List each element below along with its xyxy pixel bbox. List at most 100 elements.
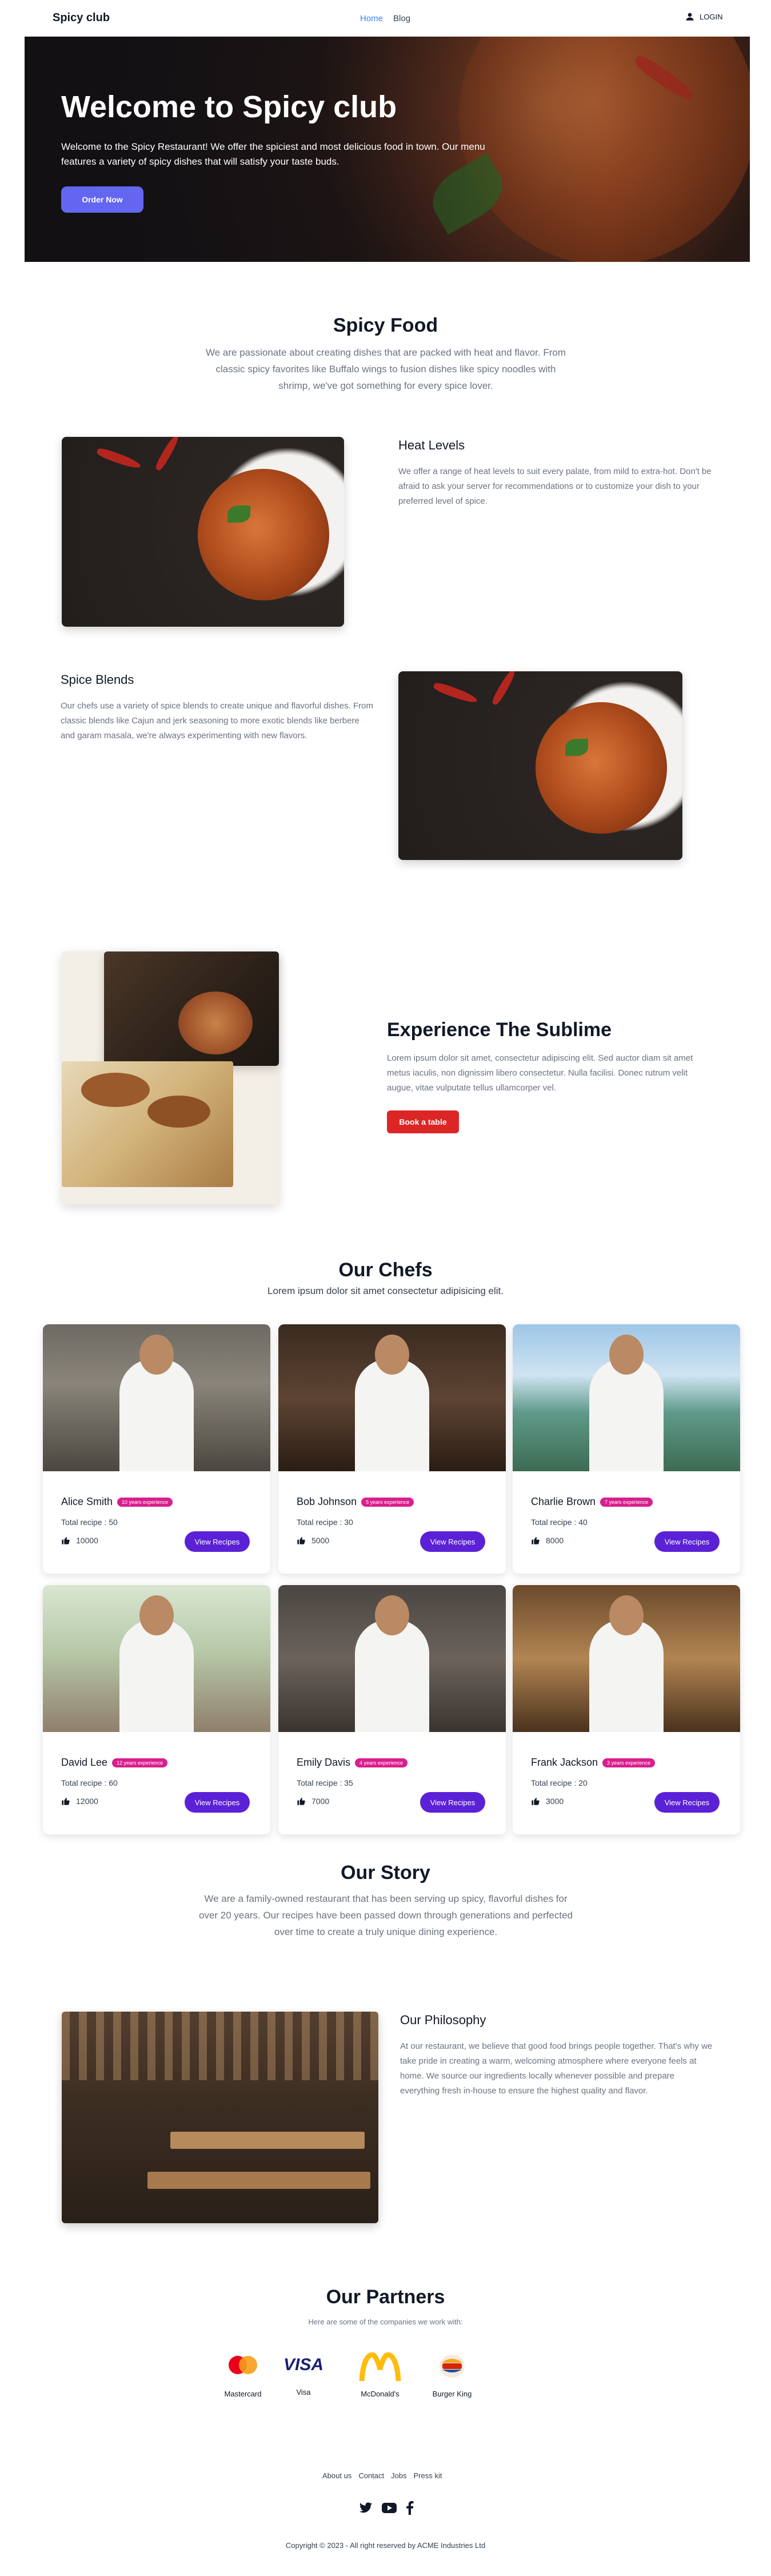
brand-logo[interactable]: Spicy club [53, 11, 110, 25]
chef-name-row: David Lee 12 years experience [61, 1757, 168, 1769]
experience-badge: 7 years experience [600, 1497, 653, 1507]
partners-title: Our Partners [326, 2286, 445, 2308]
spicy-food-title: Spicy Food [333, 314, 438, 336]
chef-head [375, 1595, 409, 1635]
copyright-text: Copyright © 2023 - All right reserved by… [285, 2541, 486, 2550]
chef-card: Frank Jackson 3 years experience Total r… [513, 1585, 740, 1834]
chef-figure [355, 1619, 429, 1732]
chef-name-row: Alice Smith 10 years experience [61, 1496, 173, 1508]
partner-name: McDonald's [361, 2390, 400, 2398]
partner-mcdonalds[interactable]: McDonald's [349, 2352, 412, 2398]
chef-photo [513, 1585, 740, 1732]
total-recipes: Total recipe : 60 [61, 1778, 118, 1787]
mastercard-logo-icon [229, 2356, 257, 2374]
chefs-title: Our Chefs [338, 1259, 433, 1281]
thumbs-up-icon [297, 1798, 305, 1805]
chili-pepper [95, 446, 142, 471]
footer-link-about[interactable]: About us [322, 2471, 351, 2480]
hero-banner: Welcome to Spicy club Welcome to the Spi… [25, 37, 750, 262]
noodles-image [104, 951, 279, 1066]
dessert-image [62, 1061, 233, 1187]
chef-name-row: Charlie Brown 7 years experience [531, 1496, 653, 1508]
chef-photo [513, 1324, 740, 1471]
philosophy-text: At our restaurant, we believe that good … [400, 2041, 713, 2096]
ceiling-lamps [62, 2012, 378, 2080]
chef-card: Alice Smith 10 years experience Total re… [43, 1324, 270, 1574]
thumbs-up-icon [62, 1798, 70, 1805]
view-recipes-button[interactable]: View Recipes [654, 1792, 720, 1813]
chef-likes: 5000 [297, 1536, 329, 1545]
total-recipes: Total recipe : 50 [61, 1518, 118, 1527]
partner-mastercard[interactable]: Mastercard [211, 2352, 274, 2398]
noodle-bowl [178, 992, 253, 1054]
spicy-food-subtitle: We are passionate about creating dishes … [206, 347, 566, 391]
footer-link-jobs[interactable]: Jobs [391, 2471, 406, 2480]
partner-burger-king[interactable]: Burger King [421, 2352, 484, 2398]
total-recipes: Total recipe : 40 [531, 1518, 588, 1527]
chef-name: Frank Jackson [531, 1757, 598, 1768]
book-table-button[interactable]: Book a table [387, 1110, 459, 1133]
curry-bowl [198, 469, 329, 600]
total-recipes: Total recipe : 30 [297, 1518, 353, 1527]
chef-head [609, 1335, 644, 1375]
chef-card: Bob Johnson 5 years experience Total rec… [278, 1324, 506, 1574]
chef-name-row: Bob Johnson 5 years experience [297, 1496, 414, 1508]
twitter-icon[interactable] [359, 2502, 373, 2514]
login-button[interactable]: LOGIN [685, 11, 722, 22]
partner-name: Visa [296, 2388, 311, 2396]
facebook-icon[interactable] [406, 2501, 414, 2515]
spice-blends-title: Spice Blends [61, 672, 134, 687]
user-icon [686, 13, 694, 21]
likes-count: 5000 [311, 1536, 330, 1545]
total-recipes: Total recipe : 35 [297, 1778, 353, 1787]
story-text: We are a family-owned restaurant that ha… [199, 1893, 573, 1937]
chef-head [609, 1595, 644, 1635]
chef-figure [589, 1619, 664, 1732]
order-now-button[interactable]: Order Now [61, 186, 143, 213]
visa-logo-icon: VISA [283, 2355, 324, 2374]
dessert-glass [81, 1073, 150, 1107]
nav-link-home[interactable]: Home [360, 14, 383, 23]
view-recipes-button[interactable]: View Recipes [420, 1531, 485, 1552]
total-recipes: Total recipe : 20 [531, 1778, 588, 1787]
chef-likes: 8000 [531, 1536, 564, 1545]
chef-name-row: Frank Jackson 3 years experience [531, 1757, 656, 1769]
view-recipes-button[interactable]: View Recipes [654, 1531, 720, 1552]
chef-likes: 12000 [61, 1797, 98, 1806]
chef-photo [43, 1324, 270, 1471]
hero-text: Welcome to the Spicy Restaurant! We offe… [61, 141, 485, 167]
likes-count: 3000 [546, 1797, 564, 1806]
partner-name: Burger King [432, 2390, 472, 2398]
footer-link-press[interactable]: Press kit [414, 2471, 442, 2480]
chef-head [375, 1335, 409, 1375]
view-recipes-button[interactable]: View Recipes [185, 1531, 250, 1552]
chili-pepper [154, 437, 181, 472]
chili-pepper [432, 680, 479, 706]
youtube-icon[interactable] [382, 2502, 397, 2514]
login-label: LOGIN [700, 12, 723, 21]
likes-count: 12000 [76, 1797, 98, 1806]
spice-blends-text: Our chefs use a variety of spice blends … [61, 701, 373, 740]
chef-figure [119, 1619, 194, 1732]
partners-list: Mastercard VISA Visa McDonald's Burger K… [211, 2352, 560, 2415]
view-recipes-button[interactable]: View Recipes [420, 1792, 485, 1813]
chef-card: Charlie Brown 7 years experience Total r… [513, 1324, 740, 1574]
experience-badge: 10 years experience [117, 1497, 173, 1507]
heat-levels-title: Heat Levels [398, 438, 465, 452]
view-recipes-button[interactable]: View Recipes [185, 1792, 250, 1813]
chef-likes: 7000 [297, 1797, 329, 1806]
nav-link-blog[interactable]: Blog [393, 14, 410, 23]
chef-name: David Lee [61, 1757, 108, 1768]
basil-leaf [565, 739, 588, 756]
partner-visa[interactable]: VISA Visa [272, 2352, 335, 2396]
sublime-card [62, 951, 279, 1204]
likes-count: 10000 [76, 1536, 98, 1545]
chili-pepper [490, 671, 518, 706]
chef-name: Charlie Brown [531, 1496, 596, 1507]
thumbs-up-icon [62, 1537, 70, 1544]
social-links [359, 2501, 414, 2515]
chefs-subtitle: Lorem ipsum dolor sit amet consectetur a… [267, 1285, 504, 1296]
chef-likes: 3000 [531, 1797, 564, 1806]
chef-photo [278, 1324, 506, 1471]
footer-link-contact[interactable]: Contact [358, 2471, 384, 2480]
